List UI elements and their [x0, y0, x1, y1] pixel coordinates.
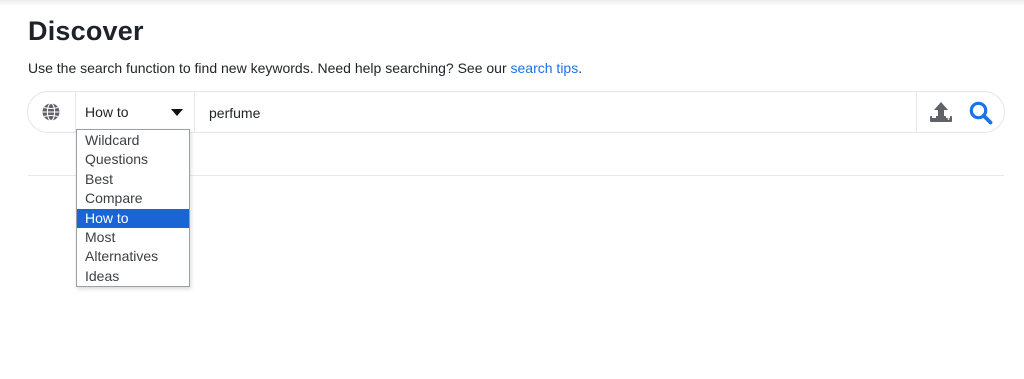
- search-tips-link[interactable]: search tips: [511, 60, 579, 76]
- page-subtitle: Use the search function to find new keyw…: [28, 60, 582, 76]
- dropdown-option-best[interactable]: Best: [77, 170, 189, 189]
- upload-icon: [930, 102, 952, 122]
- dropdown-option-how-to[interactable]: How to: [77, 208, 189, 228]
- caret-down-icon: [171, 109, 183, 116]
- subtitle-end: .: [578, 60, 583, 76]
- page-title: Discover: [28, 16, 144, 46]
- globe-icon[interactable]: [41, 102, 61, 122]
- dropdown-option-compare[interactable]: Compare: [77, 189, 189, 208]
- keyword-input[interactable]: [209, 103, 899, 123]
- search-bar: How to: [27, 91, 1005, 133]
- search-mode-value: How to: [85, 104, 129, 120]
- dropdown-option-questions[interactable]: Questions: [77, 150, 189, 169]
- dropdown-option-wildcard[interactable]: Wildcard: [77, 131, 189, 150]
- dropdown-option-alternatives[interactable]: Alternatives: [77, 247, 189, 266]
- search-mode-dropdown: Wildcard Questions Best Compare How to M…: [76, 129, 190, 287]
- dropdown-options: Wildcard Questions Best Compare How to M…: [77, 130, 189, 286]
- upload-button[interactable]: [928, 100, 954, 126]
- dropdown-option-ideas[interactable]: Ideas: [77, 267, 189, 286]
- subtitle-text: Use the search function to find new keyw…: [28, 60, 511, 76]
- divider: [194, 92, 195, 132]
- top-shadow: [0, 0, 1024, 6]
- magnifier-icon: [969, 101, 993, 125]
- divider: [916, 92, 917, 132]
- search-button[interactable]: [968, 100, 994, 126]
- search-mode-select[interactable]: How to: [76, 92, 194, 132]
- dropdown-option-most[interactable]: Most: [77, 228, 189, 247]
